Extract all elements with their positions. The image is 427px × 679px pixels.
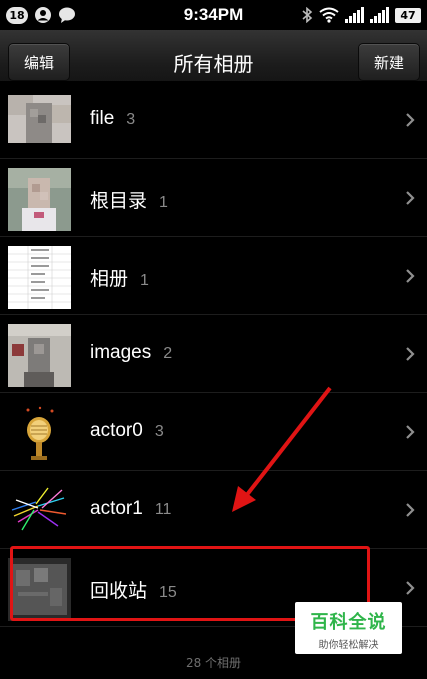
album-name: file	[90, 108, 115, 129]
chevron-right-icon	[406, 191, 415, 205]
album-count: 2	[163, 345, 173, 362]
album-thumbnail	[8, 402, 71, 465]
album-label: images 2	[90, 342, 172, 364]
album-row-actor0[interactable]: actor0 3	[0, 393, 427, 471]
chevron-right-icon	[406, 503, 415, 517]
album-name: actor1	[90, 498, 143, 519]
signal-icon	[345, 7, 364, 23]
album-row-album[interactable]: 相册 1	[0, 237, 427, 315]
watermark-logo: 百科全说 助你轻松解决	[295, 602, 402, 654]
album-row-file[interactable]: file 3	[0, 81, 427, 159]
watermark-title: 百科全说	[310, 612, 387, 633]
chevron-right-icon	[406, 581, 415, 595]
album-thumbnail	[8, 168, 71, 231]
album-label: actor0 3	[90, 420, 164, 442]
chevron-right-icon	[406, 425, 415, 439]
watermark-tagline: 助你轻松解决	[318, 640, 379, 651]
album-row-images[interactable]: images 2	[0, 315, 427, 393]
album-name: 相册	[90, 269, 129, 290]
album-count: 1	[140, 272, 149, 289]
album-row-actor1[interactable]: actor1 11	[0, 471, 427, 549]
album-label: actor1 11	[90, 498, 171, 520]
status-bar: 18 9:34PM 47	[0, 0, 427, 30]
album-count: 3	[154, 423, 164, 440]
album-thumbnail	[8, 324, 71, 387]
album-label: 相册 1	[90, 264, 149, 291]
chevron-right-icon	[406, 347, 415, 361]
album-thumbnail	[8, 480, 71, 543]
album-row-root[interactable]: 根目录 1	[0, 159, 427, 237]
album-name: 根目录	[90, 191, 148, 212]
bluetooth-icon	[302, 7, 313, 23]
album-name: actor0	[90, 420, 143, 441]
album-count: 3	[126, 111, 136, 128]
new-album-button[interactable]: 新建	[358, 43, 420, 81]
signal-icon	[370, 7, 389, 23]
album-count: 1	[159, 194, 168, 211]
album-label: file 3	[90, 108, 135, 130]
wifi-icon	[319, 7, 339, 23]
chevron-right-icon	[406, 269, 415, 283]
status-right-icons: 47	[301, 7, 421, 23]
battery-indicator: 47	[395, 7, 421, 23]
album-total-count: 28 个相册	[185, 656, 242, 670]
album-name: images	[90, 342, 152, 363]
chevron-right-icon	[406, 113, 415, 127]
album-label: 根目录 1	[90, 186, 168, 213]
album-count: 11	[154, 501, 172, 518]
album-thumbnail	[8, 246, 71, 309]
album-thumbnail	[8, 95, 71, 143]
